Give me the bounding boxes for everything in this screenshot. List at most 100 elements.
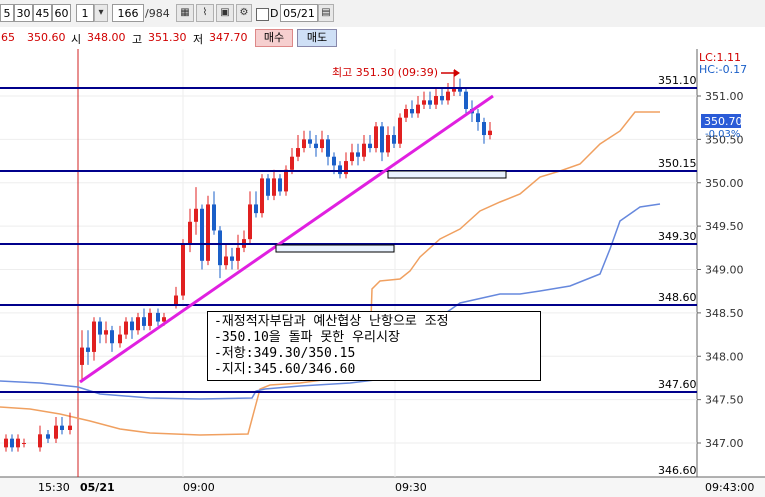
price-label: 349.50 [705, 220, 744, 233]
candle-down [110, 330, 114, 344]
candle-up [136, 317, 140, 331]
annotation-line-3: -저항:349.30/350.15 [214, 346, 356, 361]
candle-up [488, 130, 492, 136]
multiplier-dropdown[interactable]: ▾ [94, 4, 108, 22]
period-5-button[interactable]: 5 [0, 4, 14, 22]
candle-down [410, 109, 414, 114]
quote-change: 65 [1, 31, 15, 44]
candle-up [80, 347, 84, 365]
candle-up [374, 126, 378, 149]
price-label: 348.50 [705, 307, 744, 320]
candle-up [206, 204, 210, 261]
high-annotation: 최고 351.30 (09:39) [332, 66, 438, 79]
price-label: 350.00 [705, 177, 744, 190]
time-label-1530: 15:30 [38, 481, 70, 494]
price-label: 347.50 [705, 394, 744, 407]
candle-up [38, 434, 42, 448]
candle-up [296, 148, 300, 157]
total-count: /984 [145, 7, 170, 20]
candle-down [392, 135, 396, 144]
date-input[interactable]: 05/21 [280, 4, 318, 22]
quote-low: 347.70 [209, 31, 248, 44]
candle-down [60, 425, 64, 430]
time-label-current: 09:43:00 [705, 481, 754, 494]
candle-down [314, 143, 318, 149]
candle-up [422, 100, 426, 105]
candle-up [446, 91, 450, 101]
grid-tool-button[interactable]: ▦ [176, 4, 194, 22]
candle-down [200, 208, 204, 261]
quote-high: 351.30 [148, 31, 187, 44]
period-30-button[interactable]: 30 [14, 4, 33, 22]
candle-down [464, 91, 468, 110]
candle-up [404, 109, 408, 118]
price-label: 351.00 [705, 90, 744, 103]
candle-down [338, 165, 342, 175]
hline-label: 348.60 [658, 291, 697, 304]
settings-button[interactable]: ⚙ [236, 4, 252, 22]
time-label-0900: 09:00 [183, 481, 215, 494]
candle-up [260, 178, 264, 214]
multiplier-input[interactable]: 1 [76, 4, 94, 22]
candle-down [440, 96, 444, 101]
save-button[interactable]: ▣ [216, 4, 234, 22]
candle-down [428, 100, 432, 105]
period-45-button[interactable]: 45 [33, 4, 52, 22]
price-label: 349.00 [705, 264, 744, 277]
candle-up [174, 295, 178, 305]
annotation-line-2: -350.10을 돌파 못한 우리시장 [214, 330, 400, 345]
candle-up [194, 208, 198, 222]
candle-up [434, 96, 438, 105]
hline-label: 347.60 [658, 378, 697, 391]
buy-button[interactable]: 매수 [255, 29, 293, 47]
hline-label: 346.60 [658, 464, 697, 477]
candle-up [188, 221, 192, 244]
candle-down [230, 256, 234, 261]
support-zone-box [275, 244, 395, 253]
candle-down [266, 178, 270, 196]
candle-down [326, 139, 330, 157]
chart-icon: ⌇ [202, 7, 208, 18]
period-60-button[interactable]: 60 [52, 4, 71, 22]
calendar-icon: ▤ [321, 7, 331, 18]
price-chart[interactable]: 최고 351.30 (09:39) LC:1.11 HC:-0.17 351.0… [0, 49, 765, 497]
candle-up [148, 312, 152, 326]
candle-up [124, 321, 128, 335]
count-input[interactable]: 166 [112, 4, 144, 22]
candle-down [278, 178, 282, 192]
candle-down [356, 152, 360, 157]
candle-up [104, 330, 108, 335]
quote-last: 350.60 [27, 31, 66, 44]
gear-icon: ⚙ [239, 7, 249, 18]
daily-checkbox[interactable] [256, 8, 269, 21]
candle-down [98, 321, 102, 335]
calendar-button[interactable]: ▤ [318, 4, 334, 22]
candle-down [156, 312, 160, 322]
candle-up [284, 169, 288, 192]
candle-down [212, 204, 216, 231]
candle-up [416, 104, 420, 114]
hline-label: 350.15 [658, 157, 697, 170]
sell-button[interactable]: 매도 [297, 29, 337, 47]
current-change: -0.03% [705, 129, 740, 140]
hline-label: 349.30 [658, 230, 697, 243]
candle-up [236, 247, 240, 261]
candle-up [272, 178, 276, 196]
candle-down [482, 122, 486, 136]
price-label: 348.00 [705, 350, 744, 363]
resistance-zone-box [387, 170, 507, 179]
candle-down [254, 204, 258, 214]
candle-down [308, 139, 312, 144]
candle-up [398, 117, 402, 144]
candle-down [476, 113, 480, 123]
candle-down [368, 143, 372, 149]
quote-open-label: 시 [71, 33, 82, 46]
toolbar: 5 30 45 60 1 ▾ 166 /984 ▦ ⌇ ▣ ⚙ D 05/21 … [0, 0, 765, 28]
candle-up [344, 161, 348, 175]
candle-up [92, 321, 96, 352]
candle-up [320, 139, 324, 149]
chart-tool-button[interactable]: ⌇ [196, 4, 214, 22]
candle-up [248, 204, 252, 240]
current-price: 350.70 [704, 115, 743, 128]
candle-down [10, 438, 14, 448]
